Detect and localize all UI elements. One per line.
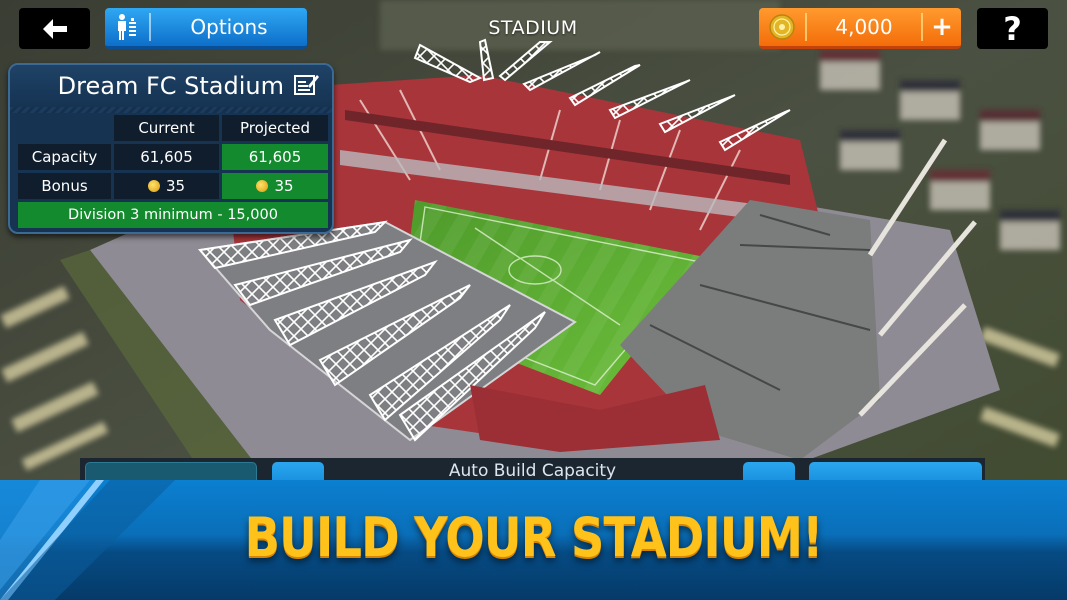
arrow-left-icon	[42, 18, 67, 39]
coin-icon	[256, 180, 269, 192]
column-header-projected: Projected	[222, 115, 328, 141]
coin-balance: 4,000	[835, 15, 893, 39]
options-label: Options	[190, 15, 268, 39]
coins-button[interactable]: 4,000 +	[759, 8, 961, 49]
promo-headline: BUILD YOUR STADIUM!	[244, 506, 824, 569]
stadium-info-panel: Dream FC Stadium Current Projected Capac…	[8, 63, 334, 234]
plus-icon[interactable]: +	[921, 12, 961, 42]
column-header-current: Current	[114, 115, 219, 141]
coin-icon	[147, 180, 160, 192]
back-button[interactable]	[19, 8, 90, 49]
projected-bonus: 35	[274, 177, 294, 195]
capacity-table: Current Projected Capacity 61,605 61,605…	[18, 115, 328, 228]
stadium-name: Dream FC Stadium	[57, 72, 284, 100]
current-capacity: 61,605	[114, 144, 219, 170]
table-row: Bonus 35 35	[18, 173, 328, 199]
row-label-capacity: Capacity	[18, 144, 111, 170]
panel-divider	[10, 107, 332, 113]
auto-build-label: Auto Build Capacity	[448, 461, 617, 481]
current-bonus-cell: 35	[114, 173, 219, 199]
manager-settings-icon	[105, 13, 151, 41]
division-requirement: Division 3 minimum - 15,000	[18, 202, 328, 228]
screen-title: STADIUM	[488, 17, 578, 39]
edit-name-icon[interactable]	[294, 72, 320, 100]
coin-icon	[759, 13, 807, 41]
current-bonus: 35	[165, 177, 186, 195]
help-button[interactable]: ?	[977, 8, 1048, 49]
row-label-bonus: Bonus	[18, 173, 111, 199]
table-row: Capacity 61,605 61,605	[18, 144, 328, 170]
options-button[interactable]: Options	[105, 8, 307, 49]
projected-bonus-cell: 35	[222, 173, 328, 199]
projected-capacity: 61,605	[222, 144, 328, 170]
table-header-row: Current Projected	[18, 115, 328, 141]
promo-banner: BUILD YOUR STADIUM!	[0, 480, 1067, 600]
